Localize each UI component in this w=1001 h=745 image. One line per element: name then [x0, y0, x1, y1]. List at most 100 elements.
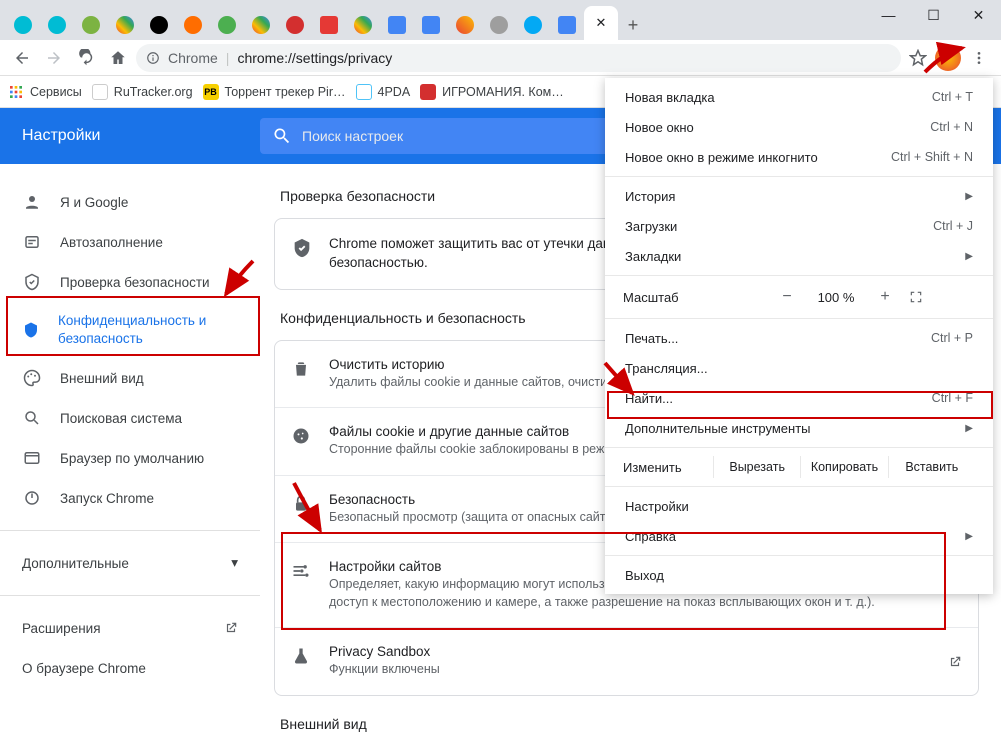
- sidebar-item-autofill[interactable]: Автозаполнение: [0, 222, 250, 262]
- bookmark-item[interactable]: ИГРОМАНИЯ. Ком…: [420, 84, 564, 100]
- profile-avatar[interactable]: [935, 45, 961, 71]
- menu-copy[interactable]: Копировать: [800, 456, 887, 478]
- sidebar-advanced[interactable]: Дополнительные ▾: [0, 543, 260, 583]
- tab-item[interactable]: [278, 10, 312, 40]
- search-icon: [22, 409, 42, 427]
- bookmark-star-icon[interactable]: [905, 49, 931, 67]
- tab-strip: ✕ +: [0, 0, 1001, 40]
- privacy-sandbox-row[interactable]: Privacy Sandbox Функции включены: [275, 627, 978, 695]
- bookmark-label: Торрент трекер Pir…: [225, 85, 346, 99]
- menu-zoom: Масштаб − 100 % +: [605, 280, 993, 314]
- forward-button[interactable]: [40, 44, 68, 72]
- submenu-arrow-icon: ▶: [965, 423, 973, 434]
- close-window-button[interactable]: ✕: [956, 0, 1001, 30]
- menu-print[interactable]: Печать...Ctrl + P: [605, 323, 993, 353]
- menu-edit-row: Изменить Вырезать Копировать Вставить: [605, 452, 993, 482]
- autofill-icon: [22, 233, 42, 251]
- address-bar[interactable]: Chrome | chrome://settings/privacy: [136, 44, 901, 72]
- tab-item[interactable]: [40, 10, 74, 40]
- menu-settings[interactable]: Настройки: [605, 491, 993, 521]
- bookmark-label: 4PDA: [378, 85, 411, 99]
- menu-incognito[interactable]: Новое окно в режиме инкогнитоCtrl + Shif…: [605, 142, 993, 172]
- window-controls: — ☐ ✕: [866, 0, 1001, 30]
- bookmark-item[interactable]: 4PDA: [356, 84, 411, 100]
- menu-downloads[interactable]: ЗагрузкиCtrl + J: [605, 211, 993, 241]
- active-tab[interactable]: ✕: [584, 6, 618, 40]
- menu-find[interactable]: Найти...Ctrl + F: [605, 383, 993, 413]
- tab-item[interactable]: [108, 10, 142, 40]
- sidebar-label: Дополнительные: [22, 556, 129, 571]
- tune-icon: [291, 561, 313, 581]
- reload-button[interactable]: [72, 44, 100, 72]
- lock-icon: [291, 494, 313, 514]
- menu-new-tab[interactable]: Новая вкладкаCtrl + T: [605, 82, 993, 112]
- menu-bookmarks[interactable]: Закладки▶: [605, 241, 993, 271]
- sidebar-label: Поисковая система: [60, 411, 182, 426]
- tab-item[interactable]: [516, 10, 550, 40]
- menu-paste[interactable]: Вставить: [888, 456, 975, 478]
- submenu-arrow-icon: ▶: [965, 531, 973, 542]
- sidebar-item-privacy-security[interactable]: Конфиденциальность и безопасность: [0, 302, 250, 358]
- apps-icon: [8, 84, 24, 100]
- back-button[interactable]: [8, 44, 36, 72]
- apps-button[interactable]: Сервисы: [8, 84, 82, 100]
- fullscreen-button[interactable]: [909, 290, 929, 304]
- browser-toolbar: Chrome | chrome://settings/privacy: [0, 40, 1001, 76]
- sidebar-label: Запуск Chrome: [60, 491, 154, 506]
- minimize-button[interactable]: —: [866, 0, 911, 30]
- tab-item[interactable]: [312, 10, 346, 40]
- trash-icon: [291, 359, 313, 379]
- external-link-icon: [224, 621, 238, 635]
- shield-icon: [22, 321, 40, 339]
- tab-item[interactable]: [414, 10, 448, 40]
- menu-exit[interactable]: Выход: [605, 560, 993, 590]
- zoom-value: 100 %: [811, 290, 861, 305]
- sidebar-item-default-browser[interactable]: Браузер по умолчанию: [0, 438, 250, 478]
- tab-item[interactable]: [210, 10, 244, 40]
- sidebar-label: О браузере Chrome: [22, 661, 146, 676]
- bookmark-item[interactable]: RuTracker.org: [92, 84, 193, 100]
- tab-item[interactable]: [346, 10, 380, 40]
- tab-item[interactable]: [244, 10, 278, 40]
- site-label: Chrome: [168, 50, 218, 66]
- tab-item[interactable]: [550, 10, 584, 40]
- sidebar-item-on-startup[interactable]: Запуск Chrome: [0, 478, 250, 518]
- sidebar-item-search-engine[interactable]: Поисковая система: [0, 398, 250, 438]
- sidebar-about-chrome[interactable]: О браузере Chrome: [0, 648, 260, 688]
- menu-cut[interactable]: Вырезать: [713, 456, 800, 478]
- chevron-down-icon: ▾: [231, 555, 238, 571]
- tab-item[interactable]: [380, 10, 414, 40]
- tab-item[interactable]: [448, 10, 482, 40]
- tab-item[interactable]: [176, 10, 210, 40]
- search-icon: [272, 126, 292, 146]
- maximize-button[interactable]: ☐: [911, 0, 956, 30]
- tab-item[interactable]: [74, 10, 108, 40]
- sidebar-label: Проверка безопасности: [60, 275, 210, 290]
- browser-icon: [22, 449, 42, 467]
- tab-item[interactable]: [142, 10, 176, 40]
- menu-help[interactable]: Справка▶: [605, 521, 993, 551]
- new-tab-button[interactable]: +: [618, 10, 648, 40]
- menu-history[interactable]: История▶: [605, 181, 993, 211]
- row-subtitle: Функции включены: [329, 661, 932, 679]
- zoom-in-button[interactable]: +: [871, 288, 899, 306]
- sidebar-extensions[interactable]: Расширения: [0, 608, 260, 648]
- cookie-icon: [291, 426, 313, 446]
- chrome-menu-button[interactable]: [965, 44, 993, 72]
- menu-more-tools[interactable]: Дополнительные инструменты▶: [605, 413, 993, 443]
- sidebar-item-appearance[interactable]: Внешний вид: [0, 358, 250, 398]
- close-tab-icon[interactable]: ✕: [596, 15, 607, 31]
- site-info-icon: [146, 51, 160, 65]
- menu-cast[interactable]: Трансляция...: [605, 353, 993, 383]
- sidebar-item-safety-check[interactable]: Проверка безопасности: [0, 262, 250, 302]
- zoom-out-button[interactable]: −: [773, 288, 801, 306]
- home-button[interactable]: [104, 44, 132, 72]
- row-title: Privacy Sandbox: [329, 644, 932, 659]
- menu-new-window[interactable]: Новое окноCtrl + N: [605, 112, 993, 142]
- bookmark-label: RuTracker.org: [114, 85, 193, 99]
- tab-item[interactable]: [6, 10, 40, 40]
- sidebar-label: Браузер по умолчанию: [60, 451, 204, 466]
- bookmark-item[interactable]: PBТоррент трекер Pir…: [203, 84, 346, 100]
- sidebar-item-you-and-google[interactable]: Я и Google: [0, 182, 250, 222]
- tab-item[interactable]: [482, 10, 516, 40]
